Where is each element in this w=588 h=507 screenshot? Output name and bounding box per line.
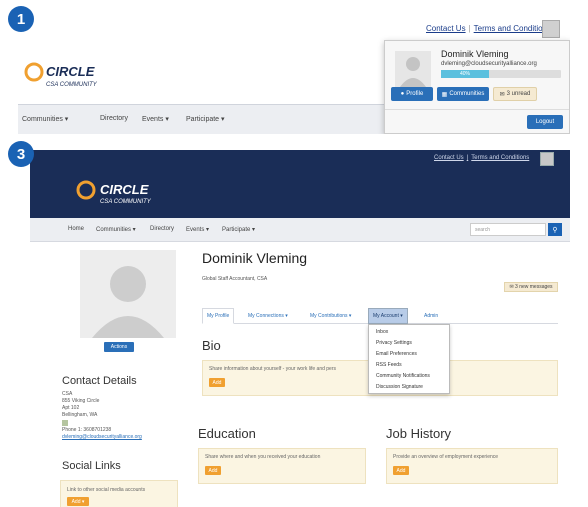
logo-subtitle: CSA COMMUNITY [100, 199, 152, 205]
nav-participate[interactable]: Participate ▾ [222, 226, 255, 233]
nav-communities[interactable]: Communities ▾ [22, 115, 68, 123]
contact-email-link[interactable]: dvleming@cloudsecurityalliance.org [62, 434, 142, 441]
search-button[interactable]: ⚲ [548, 223, 562, 236]
envelope-icon: ✉ [499, 91, 505, 98]
tab-my-contributions[interactable]: My Contributions ▾ [306, 308, 355, 324]
communities-button-label: Communities [449, 91, 485, 97]
vcard-icon[interactable] [62, 420, 68, 426]
unread-button[interactable]: ✉ 3 unread [493, 87, 537, 101]
main-nav: Home Communities ▾ Directory Events ▾ Pa… [30, 218, 570, 242]
user-avatar-button[interactable] [540, 152, 554, 166]
profile-progress-bar: 40% [441, 70, 561, 78]
step-badge-1: 1 [8, 6, 34, 32]
dropdown-email: dvleming@cloudsecurityalliance.org [441, 61, 537, 67]
job-history-title: Job History [386, 426, 452, 441]
dropdown-avatar [395, 51, 431, 87]
my-account-menu: Inbox Privacy Settings Email Preferences… [368, 324, 450, 394]
nav-events[interactable]: Events ▾ [186, 226, 209, 233]
bio-title: Bio [202, 338, 221, 353]
contact-line-apt: Apt 102 [62, 405, 80, 411]
user-dropdown: Dominik Vleming dvleming@cloudsecurityal… [384, 40, 570, 134]
logo-title: CIRCLE [46, 64, 95, 79]
unread-button-label: 3 unread [506, 91, 531, 97]
progress-fill: 40% [441, 70, 489, 78]
nav-home[interactable]: Home [68, 226, 84, 232]
social-add-button[interactable]: Add ▾ [67, 497, 89, 506]
screenshot-panel-1: Contact Us | Terms and Conditions CIRCLE C… [18, 14, 570, 134]
contact-line-city: Bellingham, WA [62, 412, 98, 418]
tab-my-account[interactable]: My Account ▾ [368, 308, 408, 324]
education-title: Education [198, 426, 256, 441]
menu-item-email-preferences[interactable]: Email Preferences [376, 351, 417, 357]
contact-us-link[interactable]: Contact Us [426, 24, 466, 33]
menu-item-inbox[interactable]: Inbox [376, 329, 388, 335]
profile-job-title: Global Staff Accountant, CSA [202, 276, 268, 282]
job-history-box: Provide an overview of employment experi… [386, 448, 558, 484]
terms-link[interactable]: Terms and Conditions [471, 155, 529, 161]
logo-title: CIRCLE [100, 182, 149, 197]
profile-button-label: Profile [406, 91, 424, 97]
search-icon: ⚲ [552, 226, 558, 234]
nav-communities[interactable]: Communities ▾ [96, 226, 136, 233]
menu-item-rss-feeds[interactable]: RSS Feeds [376, 362, 402, 368]
job-history-add-button[interactable]: Add [393, 466, 409, 475]
bio-text: Share information about yourself - your … [209, 366, 337, 372]
dropdown-divider [385, 109, 569, 110]
terms-link[interactable]: Terms and Conditions [474, 24, 551, 33]
nav-directory[interactable]: Directory [100, 115, 128, 122]
user-avatar-button[interactable] [542, 20, 560, 38]
dropdown-name: Dominik Vleming [441, 49, 509, 59]
contact-us-link[interactable]: Contact Us [434, 155, 464, 161]
circle-logo[interactable]: CIRCLE CSA COMMUNITY [76, 178, 166, 213]
nav-events[interactable]: Events ▾ [142, 115, 169, 123]
education-box: Share where and when you received your e… [198, 448, 366, 484]
menu-item-community-notifications[interactable]: Community Notifications [376, 373, 430, 379]
bio-add-button[interactable]: Add [209, 378, 225, 387]
contact-phone: Phone 1: 3608701238 [62, 427, 112, 433]
new-messages-badge[interactable]: ✉ 3 new messages [504, 282, 558, 292]
nav-participate[interactable]: Participate ▾ [186, 115, 225, 123]
profile-tabs: My Profile My Connections ▾ My Contribut… [202, 304, 558, 324]
step-badge-3: 3 [8, 141, 34, 167]
education-text: Share where and when you received your e… [205, 454, 321, 460]
profile-picture [80, 250, 176, 338]
contact-details: CSA 855 Viking Circle Apt 102 Bellingham… [62, 391, 142, 441]
communities-button[interactable]: ▦ Communities [437, 87, 489, 101]
tab-my-profile[interactable]: My Profile [202, 308, 235, 324]
profile-button[interactable]: ● Profile [391, 87, 433, 101]
circle-logo[interactable]: CIRCLE CSA COMMUNITY [24, 60, 104, 95]
top-links: Contact Us | Terms and Conditions [426, 24, 552, 33]
actions-button[interactable]: Actions [104, 342, 134, 352]
job-history-text: Provide an overview of employment experi… [393, 454, 499, 460]
tab-admin[interactable]: Admin [420, 308, 442, 324]
profile-name: Dominik Vleming [202, 250, 308, 266]
screenshot-panel-3: Contact Us | Terms and Conditions CIRCLE C… [30, 150, 570, 507]
logout-button[interactable]: Logout [527, 115, 563, 129]
logo-subtitle: CSA COMMUNITY [46, 82, 98, 88]
grid-icon: ▦ [441, 91, 448, 98]
social-links-text: Link to other social media accounts [67, 487, 146, 493]
education-add-button[interactable]: Add [205, 466, 221, 475]
new-messages-label: 3 new messages [515, 284, 553, 290]
menu-item-privacy-settings[interactable]: Privacy Settings [376, 340, 412, 346]
social-links-box: Link to other social media accounts Add … [60, 480, 178, 507]
social-links-title: Social Links [62, 460, 121, 472]
top-links: Contact Us | Terms and Conditions [434, 155, 530, 161]
user-icon: ● [400, 91, 405, 97]
contact-details-title: Contact Details [62, 375, 137, 387]
nav-directory[interactable]: Directory [150, 226, 174, 232]
contact-line-org: CSA [62, 391, 73, 397]
tab-my-connections[interactable]: My Connections ▾ [244, 308, 292, 324]
search-input[interactable]: search [470, 223, 546, 236]
menu-item-discussion-signature[interactable]: Discussion Signature [376, 384, 423, 390]
contact-line-street: 855 Viking Circle [62, 398, 100, 404]
